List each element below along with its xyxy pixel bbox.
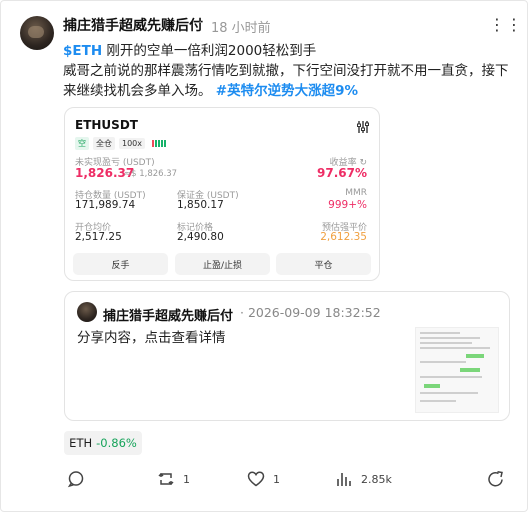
margin-mode-badge: 全仓 — [93, 137, 115, 150]
share-arrow-icon — [488, 471, 503, 487]
entry-value: 2,517.25 — [75, 231, 122, 243]
comment-button[interactable] — [67, 470, 85, 488]
unrealized-approx: ≈$ 1,826.37 — [124, 169, 178, 179]
position-card[interactable]: ETHUSDT 空 全仓 100x 未实现盈亏 (USDT) 1,826.37 … — [64, 107, 380, 281]
quoted-author-avatar — [77, 302, 97, 322]
post-body: $ETH 刚开的空单一倍利润2000轻松到手 威哥之前说的那样震荡行情吃到就撤，… — [63, 41, 518, 101]
size-value: 171,989.74 — [75, 199, 136, 211]
quoted-author-name: 捕庄猎手超威先赚后付 — [103, 309, 234, 324]
reverse-button[interactable]: 反手 — [73, 253, 168, 275]
share-button[interactable] — [487, 470, 505, 488]
coin-price-pill[interactable]: ETH -0.86% — [64, 431, 142, 455]
strength-bar — [158, 140, 161, 147]
tp-sl-button[interactable]: 止盈/止损 — [175, 253, 270, 275]
action-bar: 1 1 2.85k — [1, 468, 528, 492]
mmr-value: 999+% — [328, 199, 367, 211]
views-count: 2.85k — [361, 472, 392, 486]
post-time: 18 小时前 — [211, 21, 271, 36]
strength-bar — [152, 140, 155, 147]
coin-symbol: ETH — [69, 436, 93, 450]
roi-value: 97.67% — [317, 166, 367, 180]
margin-value: 1,850.17 — [177, 199, 224, 211]
mmr-label: MMR — [345, 188, 367, 198]
repost-button[interactable]: 1 — [157, 470, 190, 488]
quoted-post-thumbnail — [415, 327, 499, 413]
strength-bar — [164, 140, 167, 147]
author-name[interactable]: 捕庄猎手超威先赚后付 — [63, 15, 203, 35]
repost-icon — [158, 472, 174, 486]
strength-bars — [152, 140, 167, 147]
hashtag-link[interactable]: #英特尔逆势大涨超9% — [216, 83, 358, 99]
separator-dot: · — [198, 15, 203, 31]
position-symbol: ETHUSDT — [75, 118, 138, 132]
strength-bar — [155, 140, 158, 147]
author-avatar[interactable] — [20, 16, 54, 50]
like-count: 1 — [273, 472, 280, 486]
position-badges: 空 全仓 100x — [75, 137, 167, 150]
side-badge: 空 — [75, 137, 89, 150]
strength-bar — [161, 140, 164, 147]
leverage-badge: 100x — [119, 138, 146, 149]
views-stat[interactable]: 2.85k — [335, 470, 392, 488]
heart-icon — [247, 471, 265, 487]
mark-value: 2,490.80 — [177, 231, 224, 243]
like-button[interactable]: 1 — [247, 470, 280, 488]
comment-icon — [67, 471, 84, 488]
liq-value: 2,612.35 — [320, 231, 367, 243]
close-position-button[interactable]: 平仓 — [276, 253, 371, 275]
quoted-post[interactable]: 捕庄猎手超威先赚后付 · 2026-09-09 18:32:52 分享内容，点击… — [64, 291, 510, 421]
settings-sliders-icon[interactable] — [356, 120, 370, 137]
coin-change: -0.86% — [96, 436, 137, 450]
quoted-post-text: 分享内容，点击查看详情 — [77, 330, 226, 346]
quoted-post-date: · 2026-09-09 18:32:52 — [240, 305, 381, 320]
bar-chart-icon — [337, 473, 351, 486]
post-card: 捕庄猎手超威先赚后付 · 18 小时前 ⋮⋮⋮ $ETH 刚开的空单一倍利润20… — [0, 0, 528, 512]
repost-count: 1 — [183, 472, 190, 486]
ticker-link[interactable]: $ETH — [63, 43, 102, 59]
more-options-icon[interactable]: ⋮⋮⋮ — [489, 15, 528, 34]
post-text-line1: 刚开的空单一倍利润2000轻松到手 — [102, 43, 317, 59]
